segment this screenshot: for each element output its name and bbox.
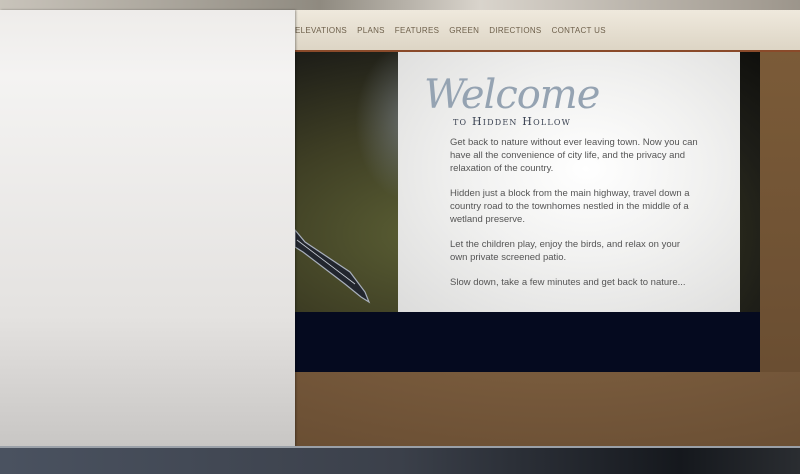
intro-paragraph: Slow down, take a few minutes and get ba…	[450, 277, 686, 288]
main-nav: ELEVATIONS PLANS FEATURES GREEN DIRECTIO…	[295, 22, 606, 38]
welcome-title: Welcome	[424, 72, 600, 118]
overlay-panel	[0, 10, 295, 447]
nav-item-directions[interactable]: DIRECTIONS	[489, 26, 541, 35]
nav-item-contact-us[interactable]: CONTACT US	[552, 26, 606, 35]
right-background-strip	[760, 52, 800, 372]
window-top-strip	[0, 0, 800, 10]
nav-item-plans[interactable]: PLANS	[357, 26, 385, 35]
footer-band	[295, 312, 760, 372]
intro-paragraph: Let the children play, enjoy the birds, …	[450, 239, 681, 263]
nav-item-features[interactable]: FEATURES	[395, 26, 439, 35]
intro-paragraph: Get back to nature without ever leaving …	[450, 137, 698, 174]
intro-paragraph: Hidden just a block from the main highwa…	[450, 188, 690, 225]
nav-item-green[interactable]: GREEN	[449, 26, 479, 35]
taskbar	[0, 448, 800, 474]
welcome-subtitle: to Hidden Hollow	[453, 115, 572, 128]
intro-text: Get back to nature without ever leaving …	[450, 136, 698, 301]
nav-item-elevations[interactable]: ELEVATIONS	[295, 26, 347, 35]
